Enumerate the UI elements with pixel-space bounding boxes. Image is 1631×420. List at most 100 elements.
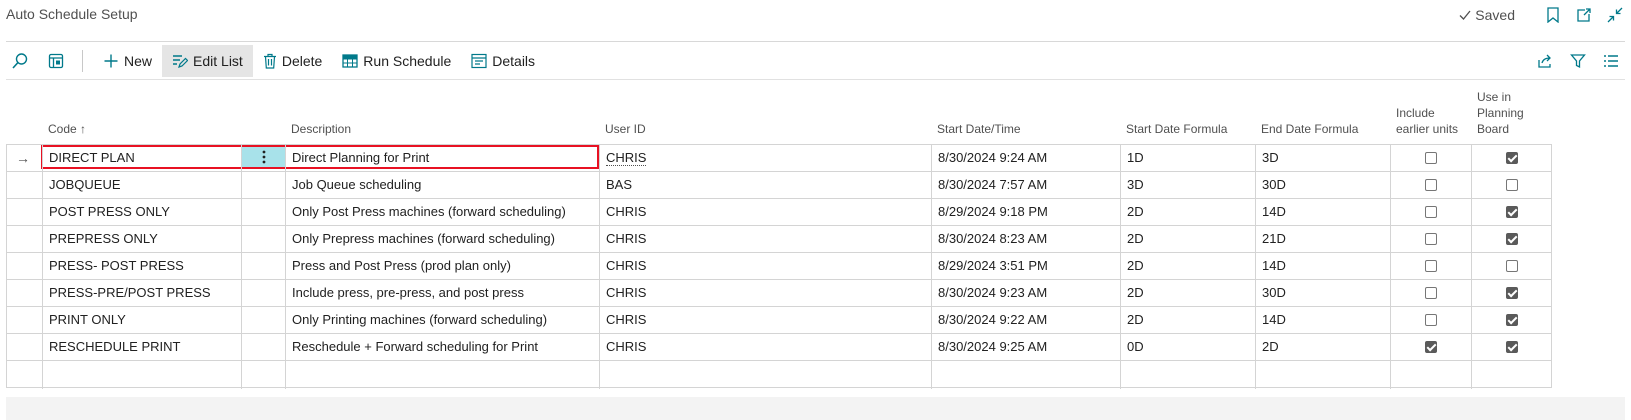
start-datetime-cell[interactable]: 8/29/2024 9:18 PM — [938, 199, 1118, 225]
code-cell[interactable]: PRESS-PRE/POST PRESS — [49, 280, 239, 306]
use-in-board-checkbox[interactable] — [1506, 233, 1518, 245]
new-button[interactable]: New — [93, 45, 162, 77]
end-formula-cell[interactable]: 30D — [1262, 280, 1387, 306]
table-row[interactable]: PRINT ONLY Only Printing machines (forwar… — [6, 307, 1552, 334]
user-id-cell[interactable]: CHRIS — [606, 253, 926, 279]
include-earlier-checkbox[interactable] — [1425, 341, 1437, 353]
user-id-cell[interactable]: CHRIS — [606, 145, 926, 171]
include-earlier-checkbox[interactable] — [1425, 233, 1437, 245]
user-id-cell[interactable]: CHRIS — [606, 226, 926, 252]
col-header-start-formula[interactable]: Start Date Formula — [1126, 121, 1227, 137]
start-datetime-cell[interactable]: 8/30/2024 9:23 AM — [938, 280, 1118, 306]
include-earlier-checkbox[interactable] — [1425, 152, 1437, 164]
include-earlier-checkbox[interactable] — [1425, 179, 1437, 191]
use-in-board-checkbox[interactable] — [1506, 206, 1518, 218]
end-formula-cell[interactable]: 21D — [1262, 226, 1387, 252]
col-header-use-in-board[interactable]: Use in Planning Board — [1477, 89, 1537, 137]
table-row[interactable]: → DIRECT PLAN Direct Planning for Print CHR… — [6, 145, 1552, 172]
col-header-code[interactable]: Code ↑ — [48, 121, 86, 137]
col-header-start-datetime[interactable]: Start Date/Time — [937, 121, 1021, 137]
start-formula-cell[interactable]: 2D — [1127, 307, 1252, 333]
end-formula-cell[interactable]: 14D — [1262, 199, 1387, 225]
table-row[interactable]: POST PRESS ONLY Only Post Press machines … — [6, 199, 1552, 226]
table-row[interactable]: PREPRESS ONLY Only Prepress machines (for… — [6, 226, 1552, 253]
user-id-link[interactable]: CHRIS — [606, 150, 647, 166]
start-formula-cell[interactable]: 2D — [1127, 226, 1252, 252]
code-cell[interactable]: POST PRESS ONLY — [49, 199, 239, 225]
user-id-cell[interactable]: BAS — [606, 172, 926, 198]
description-cell[interactable]: Reschedule + Forward scheduling for Prin… — [292, 334, 592, 360]
code-cell[interactable]: PRINT ONLY — [49, 307, 239, 333]
empty-new-row[interactable] — [6, 361, 1552, 388]
description-cell[interactable]: Only Printing machines (forward scheduli… — [292, 307, 592, 333]
user-id-cell[interactable]: CHRIS — [606, 307, 926, 333]
start-formula-cell[interactable]: 2D — [1127, 253, 1252, 279]
use-in-board-checkbox[interactable] — [1506, 260, 1518, 272]
code-cell[interactable]: PRESS- POST PRESS — [49, 253, 239, 279]
start-datetime-cell[interactable]: 8/30/2024 9:22 AM — [938, 307, 1118, 333]
use-in-board-checkbox[interactable] — [1506, 152, 1518, 164]
code-cell[interactable]: JOBQUEUE — [49, 172, 239, 198]
end-formula-cell[interactable]: 30D — [1262, 172, 1387, 198]
col-header-user-id[interactable]: User ID — [605, 121, 646, 137]
edit-list-button[interactable]: Edit List — [162, 45, 253, 77]
table-row[interactable]: PRESS- POST PRESS Press and Post Press (p… — [6, 253, 1552, 280]
start-datetime-cell[interactable]: 8/30/2024 9:25 AM — [938, 334, 1118, 360]
toolbar-divider — [6, 79, 1625, 80]
end-formula-cell[interactable]: 3D — [1262, 145, 1387, 171]
delete-button[interactable]: Delete — [253, 45, 332, 77]
user-id-cell[interactable]: CHRIS — [606, 199, 926, 225]
col-header-description[interactable]: Description — [291, 121, 351, 137]
collapse-icon[interactable] — [1605, 5, 1625, 25]
list-view-icon[interactable] — [1597, 47, 1625, 75]
start-formula-cell[interactable]: 0D — [1127, 334, 1252, 360]
include-earlier-checkbox[interactable] — [1425, 206, 1437, 218]
list-rows: → DIRECT PLAN Direct Planning for Print CHR… — [6, 145, 1552, 388]
bookmark-icon[interactable] — [1543, 5, 1563, 25]
use-in-board-checkbox[interactable] — [1506, 179, 1518, 191]
include-earlier-checkbox[interactable] — [1425, 260, 1437, 272]
start-datetime-cell[interactable]: 8/29/2024 3:51 PM — [938, 253, 1118, 279]
description-cell[interactable]: Direct Planning for Print — [292, 145, 592, 171]
open-new-window-icon[interactable] — [1574, 5, 1594, 25]
start-datetime-cell[interactable]: 8/30/2024 7:57 AM — [938, 172, 1118, 198]
code-cell[interactable]: DIRECT PLAN — [49, 145, 239, 171]
end-formula-cell[interactable]: 14D — [1262, 307, 1387, 333]
description-cell[interactable]: Press and Post Press (prod plan only) — [292, 253, 592, 279]
use-in-board-checkbox[interactable] — [1506, 287, 1518, 299]
start-formula-cell[interactable]: 2D — [1127, 199, 1252, 225]
start-formula-cell[interactable]: 3D — [1127, 172, 1252, 198]
description-cell[interactable]: Only Post Press machines (forward schedu… — [292, 199, 592, 225]
details-button[interactable]: Details — [461, 45, 545, 77]
end-formula-cell[interactable]: 14D — [1262, 253, 1387, 279]
description-cell[interactable]: Only Prepress machines (forward scheduli… — [292, 226, 592, 252]
use-in-board-checkbox[interactable] — [1506, 314, 1518, 326]
row-actions-button[interactable] — [242, 146, 286, 168]
share-icon[interactable] — [1531, 47, 1559, 75]
table-row[interactable]: RESCHEDULE PRINT Reschedule + Forward sch… — [6, 334, 1552, 361]
run-schedule-button[interactable]: Run Schedule — [332, 45, 461, 77]
layout-icon[interactable] — [42, 47, 70, 75]
user-id-cell[interactable]: CHRIS — [606, 334, 926, 360]
include-earlier-checkbox[interactable] — [1425, 287, 1437, 299]
table-row[interactable]: PRESS-PRE/POST PRESS Include press, pre-p… — [6, 280, 1552, 307]
end-formula-cell[interactable]: 2D — [1262, 334, 1387, 360]
details-button-label: Details — [492, 53, 536, 69]
col-header-include-earlier[interactable]: Include earlier units — [1396, 105, 1468, 137]
start-formula-cell[interactable]: 2D — [1127, 280, 1252, 306]
use-in-board-checkbox[interactable] — [1506, 341, 1518, 353]
code-cell[interactable]: RESCHEDULE PRINT — [49, 334, 239, 360]
user-id-cell[interactable]: CHRIS — [606, 280, 926, 306]
code-cell[interactable]: PREPRESS ONLY — [49, 226, 239, 252]
start-datetime-cell[interactable]: 8/30/2024 8:23 AM — [938, 226, 1118, 252]
table-row[interactable]: JOBQUEUE Job Queue scheduling BAS 8/30/2024… — [6, 172, 1552, 199]
start-datetime-cell[interactable]: 8/30/2024 9:24 AM — [938, 145, 1118, 171]
schedule-grid-icon — [342, 54, 358, 68]
start-formula-cell[interactable]: 1D — [1127, 145, 1252, 171]
description-cell[interactable]: Job Queue scheduling — [292, 172, 592, 198]
description-cell[interactable]: Include press, pre-press, and post press — [292, 280, 592, 306]
col-header-end-formula[interactable]: End Date Formula — [1261, 121, 1358, 137]
search-icon[interactable] — [6, 47, 34, 75]
include-earlier-checkbox[interactable] — [1425, 314, 1437, 326]
filter-icon[interactable] — [1564, 47, 1592, 75]
